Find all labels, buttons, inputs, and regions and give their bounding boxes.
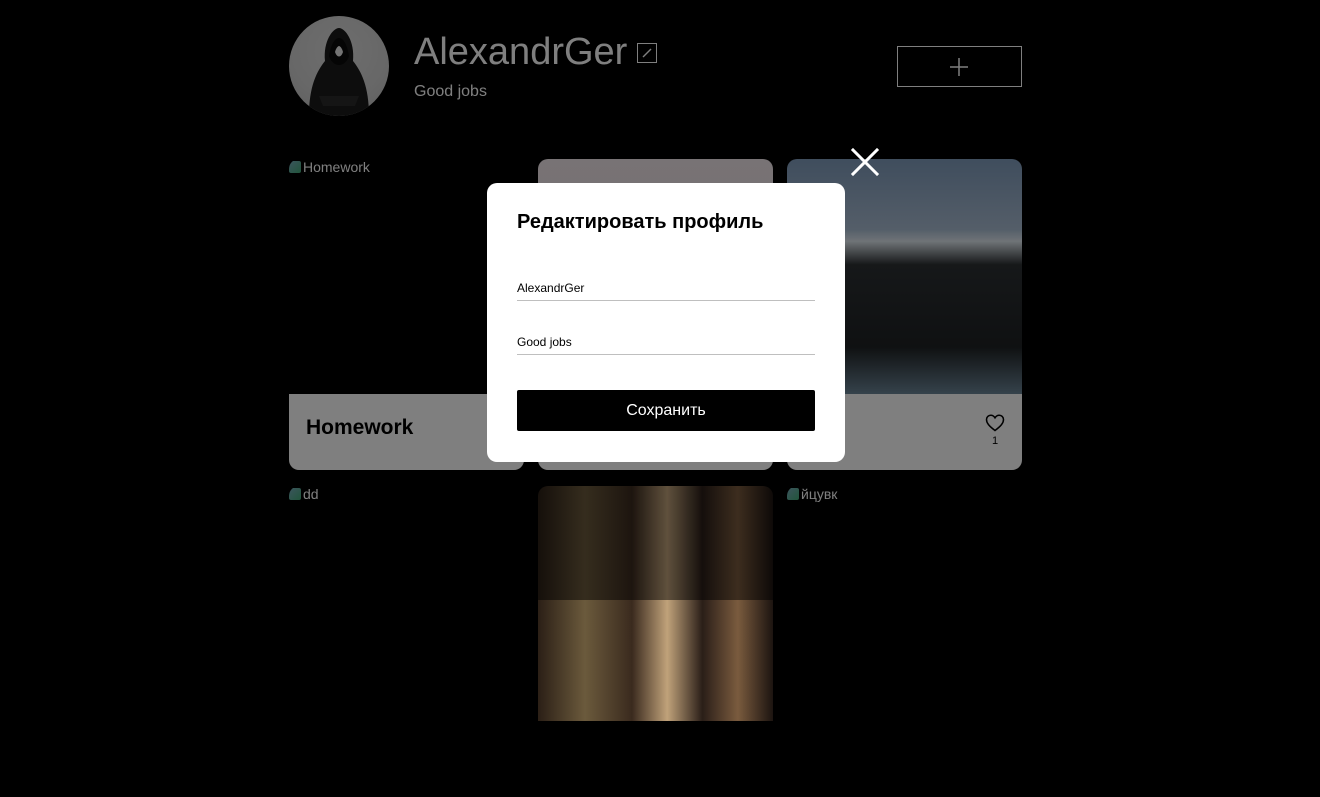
about-field[interactable] bbox=[517, 330, 815, 355]
save-button[interactable]: Сохранить bbox=[517, 390, 815, 431]
name-field[interactable] bbox=[517, 276, 815, 301]
modal-title: Редактировать профиль bbox=[517, 211, 764, 233]
close-icon bbox=[850, 147, 880, 177]
close-button[interactable] bbox=[850, 147, 880, 177]
edit-profile-modal: Редактировать профиль Сохранить bbox=[487, 183, 845, 462]
